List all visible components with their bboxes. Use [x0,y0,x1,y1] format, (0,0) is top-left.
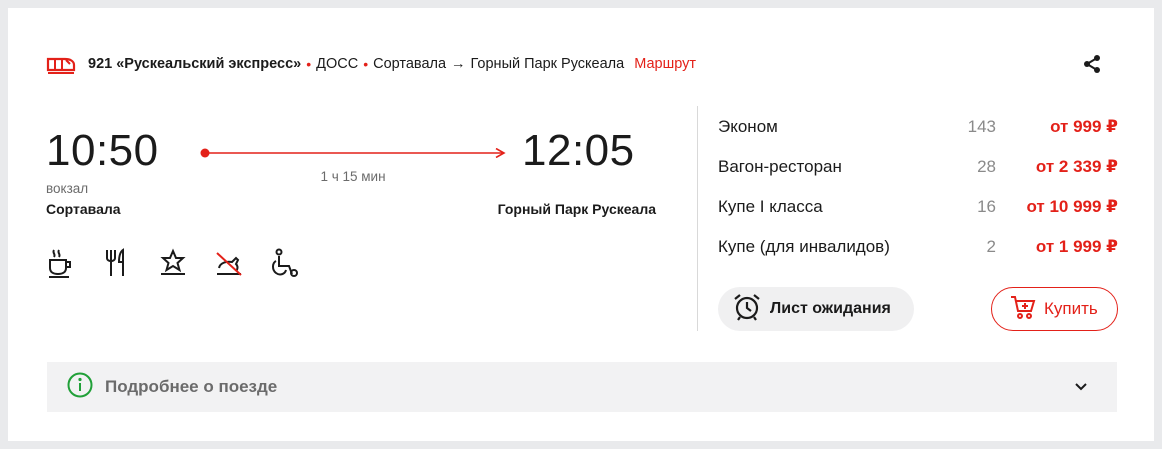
departure-station: Сортавала [46,201,121,217]
fare-price: от 2 339 ₽ [1035,157,1118,176]
premium-icon[interactable] [158,246,188,280]
fare-seats: 28 [977,157,996,176]
train-header: 921 «Рускеальский экспресс» • ДОСС • Сор… [46,44,1124,84]
info-icon [67,372,93,403]
waitlist-button[interactable]: Лист ожидания [718,287,914,331]
railway-name: ДОСС [316,56,359,72]
fare-seats: 2 [986,237,996,256]
fare-class: Вагон-ресторан [718,157,842,176]
arrival-time: 12:05 [522,126,635,175]
separator-dot: • [363,56,369,72]
details-label: Подробнее о поезде [105,377,278,396]
buy-button[interactable]: Купить [991,287,1118,331]
fare-row[interactable]: Вагон-ресторан 28 от 2 339 ₽ [718,156,1118,196]
fare-price: от 1 999 ₽ [1035,237,1118,256]
wheelchair-icon[interactable] [270,246,300,280]
restaurant-icon[interactable] [102,246,132,280]
section-divider [697,106,698,331]
fare-row[interactable]: Эконом 143 от 999 ₽ [718,116,1118,156]
fare-class: Купе (для инвалидов) [718,237,890,256]
fare-price: от 999 ₽ [1050,117,1118,136]
buy-label: Купить [1044,299,1098,318]
fare-row[interactable]: Купе (для инвалидов) 2 от 1 999 ₽ [718,236,1118,276]
fare-seats: 143 [967,117,996,136]
coffee-icon[interactable] [46,246,76,280]
train-card: 921 «Рускеальский экспресс» • ДОСС • Сор… [8,8,1154,441]
route-arrow: → [451,56,466,72]
cart-icon [1010,294,1036,325]
waitlist-label: Лист ожидания [770,300,891,317]
alarm-clock-icon [732,292,762,327]
share-icon[interactable] [1080,52,1104,76]
train-number-name: 921 «Рускеальский экспресс» [88,56,302,72]
fare-seats: 16 [977,197,996,216]
departure-time: 10:50 [46,126,159,175]
fare-list: Эконом 143 от 999 ₽ Вагон-ресторан 28 от… [718,116,1118,276]
amenities-list [46,246,300,280]
departure-station-type: вокзал [46,181,89,196]
fare-price: от 10 999 ₽ [1026,197,1118,216]
no-pets-icon[interactable] [214,246,244,280]
fare-row[interactable]: Купе I класса 16 от 10 999 ₽ [718,196,1118,236]
arrival-station: Горный Парк Рускеала [497,201,656,217]
route-from: Сортавала [373,56,447,72]
train-logo-icon [46,52,78,76]
fare-class: Купе I класса [718,197,823,216]
route-to: Горный Парк Рускеала [470,56,625,72]
train-details-toggle[interactable]: Подробнее о поезде [47,362,1117,412]
trip-duration: 1 ч 15 мин [320,169,386,184]
fare-class: Эконом [718,117,778,136]
route-line [200,148,506,158]
separator-dot: • [306,56,312,72]
route-link[interactable]: Маршрут [634,56,696,72]
chevron-down-icon[interactable] [1073,380,1089,394]
